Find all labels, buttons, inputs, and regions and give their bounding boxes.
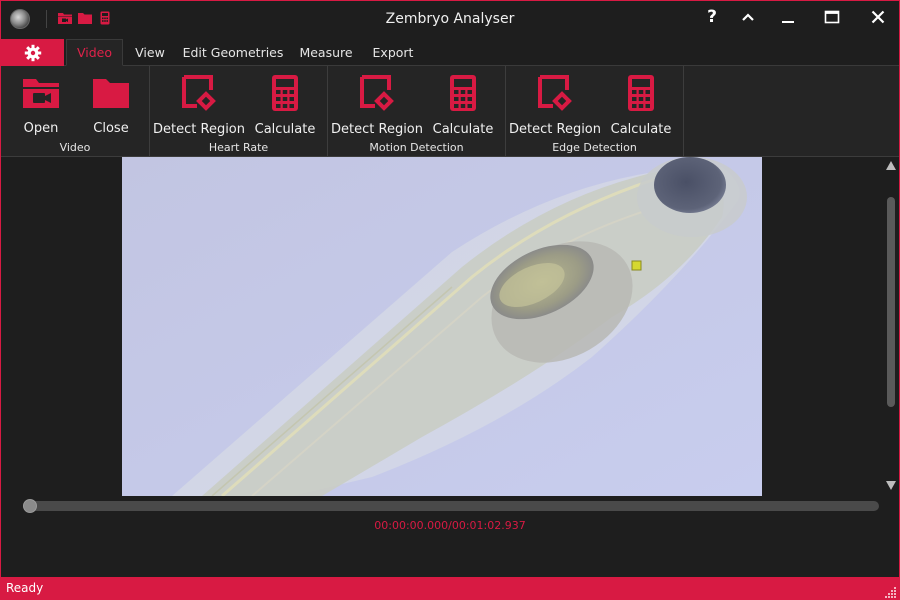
edge-calculate-button[interactable]: Calculate (610, 74, 672, 137)
close-video-button[interactable]: Close (89, 74, 133, 136)
app-window: Zembryo Analyser ? Video View Edit Geome… (0, 0, 900, 600)
close-button[interactable] (863, 4, 893, 30)
detect-region-icon (538, 75, 572, 111)
open-video-icon (23, 78, 59, 108)
chevron-up-icon (742, 13, 754, 21)
scrollbar-thumb[interactable] (887, 197, 895, 407)
tab-export[interactable]: Export (367, 39, 419, 66)
ribbon-group-heart-rate-label: Heart Rate (208, 141, 269, 154)
tab-edit-geometries[interactable]: Edit Geometries (181, 39, 285, 66)
ribbon-group-video-label: Video (59, 141, 91, 154)
heart-rate-detect-region-label: Detect Region (153, 122, 245, 137)
roi-marker[interactable] (631, 260, 642, 271)
resize-grip-icon[interactable] (885, 586, 897, 598)
heart-rate-calculate-button[interactable]: Calculate (254, 74, 316, 137)
minimize-button[interactable] (773, 4, 803, 30)
motion-detect-region-label: Detect Region (331, 122, 423, 137)
status-bar: Ready (1, 577, 899, 600)
open-button-label: Open (23, 121, 59, 136)
motion-calculate-label: Calculate (432, 122, 494, 137)
scroll-up-icon[interactable] (886, 161, 896, 170)
video-frame[interactable] (122, 157, 762, 496)
status-text: Ready (6, 581, 44, 595)
motion-calculate-button[interactable]: Calculate (432, 74, 494, 137)
vertical-scrollbar[interactable] (883, 157, 899, 496)
ribbon-group-edge-detection: Detect Region Calculate Edge Detection (506, 66, 684, 156)
minimize-icon (782, 21, 794, 23)
seek-thumb[interactable] (23, 499, 37, 513)
ribbon-group-edge-detection-label: Edge Detection (552, 141, 637, 154)
edge-detect-region-label: Detect Region (509, 122, 601, 137)
ribbon-group-video: Open Close Video (1, 66, 150, 156)
folder-icon (93, 78, 129, 108)
open-button[interactable]: Open (19, 74, 63, 136)
video-viewer (1, 157, 899, 497)
detect-region-icon (182, 75, 216, 111)
settings-tab[interactable] (1, 39, 64, 66)
ribbon-tab-strip: Video View Edit Geometries Measure Expor… (1, 38, 899, 66)
ribbon-group-motion-detection: Detect Region Calculate Motion Detection (328, 66, 506, 156)
zebrafish-embryo-image (122, 157, 762, 496)
tab-measure[interactable]: Measure (295, 39, 357, 66)
collapse-ribbon-button[interactable] (733, 4, 763, 30)
gear-icon (24, 44, 41, 61)
scroll-down-icon[interactable] (886, 481, 896, 490)
edge-calculate-label: Calculate (610, 122, 672, 137)
calculator-icon (628, 75, 654, 111)
motion-detect-region-button[interactable]: Detect Region (331, 74, 423, 137)
maximize-button[interactable] (817, 4, 847, 30)
calculator-icon (450, 75, 476, 111)
ribbon-group-heart-rate: Detect Region Calculate Heart Rate (150, 66, 328, 156)
heart-rate-calculate-label: Calculate (254, 122, 316, 137)
seek-bar[interactable] (23, 499, 879, 513)
timecode-label: 00:00:00.000/00:01:02.937 (374, 519, 526, 532)
title-bar: Zembryo Analyser ? (1, 1, 899, 38)
detect-region-icon (360, 75, 394, 111)
help-button[interactable]: ? (697, 4, 727, 30)
edge-detect-region-button[interactable]: Detect Region (509, 74, 601, 137)
close-video-button-label: Close (93, 121, 129, 136)
close-icon (871, 10, 885, 24)
calculator-icon (272, 75, 298, 111)
heart-rate-detect-region-button[interactable]: Detect Region (153, 74, 245, 137)
ribbon: Open Close Video Detect Region Calculate… (1, 66, 899, 157)
tab-video[interactable]: Video (66, 39, 123, 66)
ribbon-group-motion-detection-label: Motion Detection (369, 141, 464, 154)
tab-view[interactable]: View (128, 39, 172, 66)
window-title: Zembryo Analyser (385, 11, 515, 27)
maximize-icon (824, 10, 840, 24)
